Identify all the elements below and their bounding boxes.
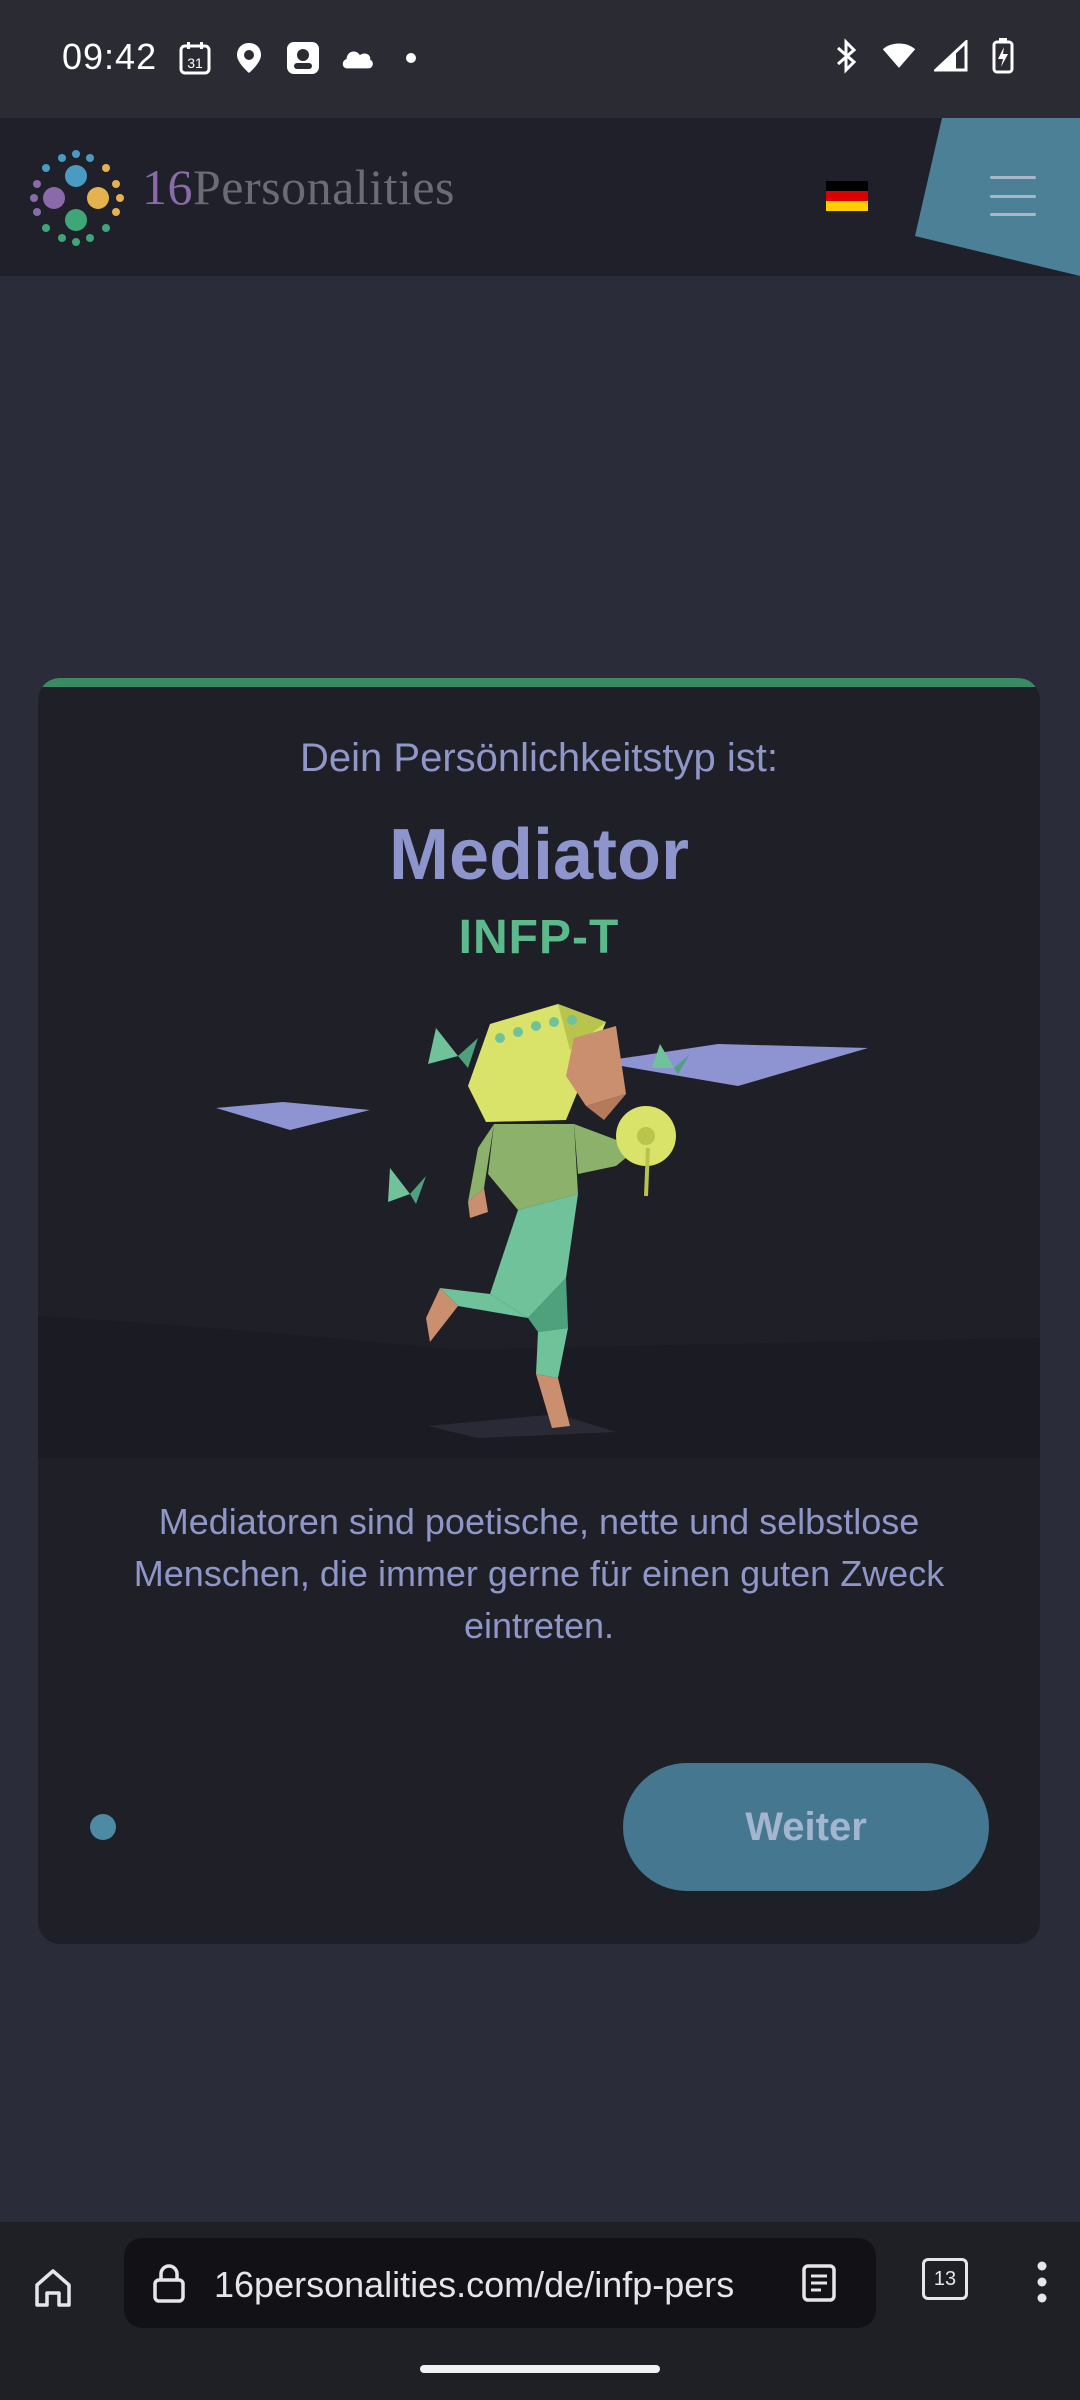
signal-icon (934, 38, 968, 74)
browser-toolbar: 16personalities.com/de/infp-pers 13 (0, 2222, 1080, 2400)
status-bar: 09:42 31 (0, 0, 1080, 118)
gesture-home-indicator[interactable] (420, 2365, 660, 2373)
clock: 09:42 (62, 36, 158, 77)
personality-type-code: INFP-T (458, 911, 620, 964)
menu-icon[interactable] (990, 176, 1036, 216)
result-card: Dein Persönlichkeitstyp ist: Mediator IN… (38, 678, 1040, 1944)
card-accent-bar (38, 678, 1040, 687)
lock-icon[interactable] (146, 2260, 192, 2306)
cloud-icon (340, 40, 374, 76)
site-header: 16Personalities (0, 118, 1080, 276)
more-options-icon[interactable] (1022, 2258, 1062, 2306)
progress-dot (90, 1814, 116, 1840)
brand-word: Personalities (193, 159, 456, 215)
reader-mode-icon[interactable] (796, 2260, 842, 2306)
brand-number: 16 (142, 159, 193, 215)
result-intro: Dein Persönlichkeitstyp ist: (300, 736, 778, 780)
assistant-icon (286, 40, 320, 76)
battery-charging-icon (986, 38, 1020, 74)
bluetooth-icon (830, 38, 864, 74)
brand-wordmark[interactable]: 16Personalities (142, 158, 455, 216)
home-icon[interactable] (28, 2262, 78, 2312)
mediator-illustration (38, 1004, 1040, 1458)
dot-icon (394, 40, 428, 76)
tabs-count-button[interactable]: 13 (922, 2258, 968, 2300)
calendar-icon: 31 (178, 40, 212, 76)
language-flag-icon[interactable] (826, 181, 868, 211)
logo-icon[interactable] (24, 146, 128, 250)
wifi-icon (882, 38, 916, 74)
weiter-button[interactable]: Weiter (623, 1763, 989, 1891)
address-bar[interactable]: 16personalities.com/de/infp-pers (124, 2238, 876, 2328)
url-text: 16personalities.com/de/infp-pers (214, 2264, 735, 2305)
svg-text:31: 31 (187, 55, 203, 71)
result-description: Mediatoren sind poetische, nette und sel… (133, 1501, 945, 1646)
maps-icon (232, 40, 266, 76)
personality-type-name: Mediator (388, 815, 690, 895)
